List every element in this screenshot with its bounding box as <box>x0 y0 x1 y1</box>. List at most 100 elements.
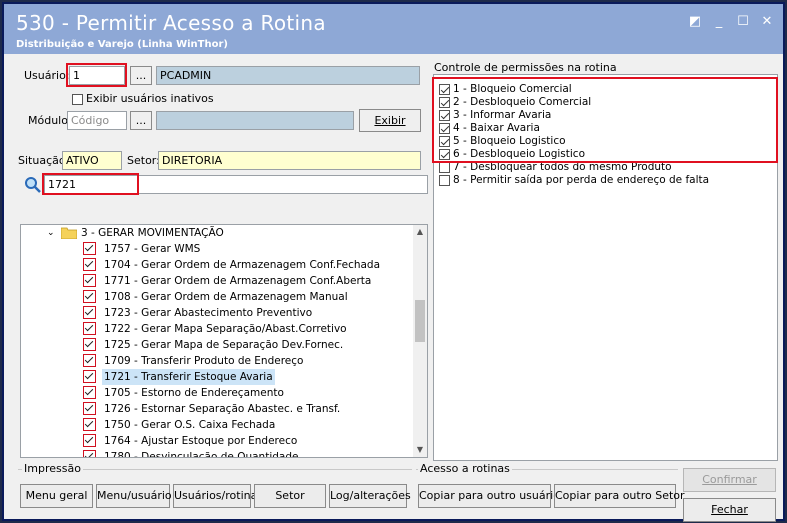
minimize-icon[interactable]: _ <box>711 14 727 30</box>
tree-item[interactable]: 1725 - Gerar Mapa de Separação Dev.Forne… <box>21 337 413 353</box>
tree-item-checkbox[interactable] <box>83 242 96 255</box>
tree-item[interactable]: 1780 - Desvinculação de Quantidade <box>21 449 413 458</box>
permission-checkbox[interactable] <box>439 83 450 95</box>
tree-item-checkbox[interactable] <box>83 370 96 383</box>
tree-item-checkbox[interactable] <box>83 258 96 271</box>
permission-item[interactable]: 4 - Baixar Avaria <box>439 122 540 135</box>
rotinas-tree[interactable]: ⌄ 3 - GERAR MOVIMENTAÇÃO 1757 - Gerar WM… <box>20 224 428 458</box>
permission-checkbox[interactable] <box>439 122 450 134</box>
permission-item[interactable]: 6 - Desbloqueio Logistico <box>439 148 585 161</box>
tree-item-label: 1726 - Estornar Separação Abastec. e Tra… <box>104 403 341 415</box>
tree-item[interactable]: 1709 - Transferir Produto de Endereço <box>21 353 413 369</box>
scroll-down-icon[interactable]: ▼ <box>413 443 427 457</box>
modulo-lookup-button[interactable]: ... <box>130 111 152 130</box>
scroll-thumb[interactable] <box>415 300 425 342</box>
permission-checkbox[interactable] <box>439 135 450 147</box>
usuario-lookup-button[interactable]: ... <box>130 66 152 85</box>
tree-item[interactable]: 1723 - Gerar Abastecimento Preventivo <box>21 305 413 321</box>
permissions-title: Controle de permissões na rotina <box>434 61 617 74</box>
main-window: 530 - Permitir Acesso a Rotina Distribui… <box>2 2 785 522</box>
permission-checkbox[interactable] <box>439 96 450 108</box>
confirmar-button[interactable]: Confirmar <box>683 468 776 492</box>
permission-label: 7 - Desbloquear todos do mesmo Produto <box>453 161 672 173</box>
tree-item-checkbox[interactable] <box>83 338 96 351</box>
tree-item[interactable]: 1771 - Gerar Ordem de Armazenagem Conf.A… <box>21 273 413 289</box>
setor-button[interactable]: Setor <box>254 484 326 508</box>
tree-item-label: 1704 - Gerar Ordem de Armazenagem Conf.F… <box>104 259 381 271</box>
modulo-code-input[interactable]: Código <box>67 111 127 130</box>
fechar-button[interactable]: Fechar <box>683 498 776 522</box>
copiar-setor-button[interactable]: Copiar para outro Setor <box>554 484 685 508</box>
close-icon[interactable]: ✕ <box>759 14 775 30</box>
exibir-button[interactable]: Exibir <box>359 109 421 132</box>
permission-label: 5 - Bloqueio Logistico <box>453 135 566 147</box>
tree-item[interactable]: 1704 - Gerar Ordem de Armazenagem Conf.F… <box>21 257 413 273</box>
tree-item-checkbox[interactable] <box>83 354 96 367</box>
setor-label: Setor: <box>127 154 160 167</box>
copiar-usuario-button[interactable]: Copiar para outro usuário <box>418 484 560 508</box>
permission-checkbox[interactable] <box>439 148 450 160</box>
modulo-label: Módulo: <box>28 114 72 127</box>
tree-item-checkbox[interactable] <box>83 434 96 447</box>
permission-item[interactable]: 5 - Bloqueio Logistico <box>439 135 566 148</box>
tree-item[interactable]: 1705 - Estorno de Endereçamento <box>21 385 413 401</box>
permission-label: 2 - Desbloqueio Comercial <box>453 96 592 108</box>
tree-item-label: 1780 - Desvinculação de Quantidade <box>104 451 299 458</box>
tree-item-label: 1750 - Gerar O.S. Caixa Fechada <box>104 419 276 431</box>
menu-geral-button[interactable]: Menu geral <box>20 484 93 508</box>
menu-usuario-button[interactable]: Menu/usuário <box>96 484 172 508</box>
tree-item-label: 1709 - Transferir Produto de Endereço <box>104 355 304 367</box>
tree-item[interactable]: 1757 - Gerar WMS <box>21 241 413 257</box>
permission-checkbox[interactable] <box>439 174 450 186</box>
tree-item[interactable]: 1726 - Estornar Separação Abastec. e Tra… <box>21 401 413 417</box>
tree-item[interactable]: 1721 - Transferir Estoque Avaria <box>21 369 413 385</box>
tree-item-label: 1721 - Transferir Estoque Avaria <box>102 369 275 385</box>
usuario-name-field: PCADMIN <box>156 66 420 85</box>
permission-item[interactable]: 1 - Bloqueio Comercial <box>439 83 572 96</box>
permission-checkbox[interactable] <box>439 161 450 173</box>
tree-item[interactable]: 1722 - Gerar Mapa Separação/Abast.Corret… <box>21 321 413 337</box>
tree-item-checkbox[interactable] <box>83 322 96 335</box>
tree-item-label: 1764 - Ajustar Estoque por Endereco <box>104 435 298 447</box>
permission-checkbox[interactable] <box>439 109 450 121</box>
tree-item-label: 1705 - Estorno de Endereçamento <box>104 387 284 399</box>
usuario-code-input[interactable]: 1 <box>69 66 125 85</box>
inativos-checkbox[interactable] <box>72 93 83 105</box>
tree-item-label: 1708 - Gerar Ordem de Armazenagem Manual <box>104 291 348 303</box>
log-alteracoes-button[interactable]: Log/alterações <box>329 484 411 508</box>
tree-item-checkbox[interactable] <box>83 274 96 287</box>
tree-item-checkbox[interactable] <box>83 290 96 303</box>
inativos-checkbox-row[interactable]: Exibir usuários inativos <box>72 92 214 105</box>
scroll-up-icon[interactable]: ▲ <box>413 225 427 239</box>
usuarios-rotina-button[interactable]: Usuários/rotina <box>173 484 257 508</box>
inativos-label: Exibir usuários inativos <box>86 92 214 105</box>
chevron-down-icon[interactable]: ⌄ <box>47 225 55 241</box>
permission-label: 4 - Baixar Avaria <box>453 122 540 134</box>
permission-item[interactable]: 2 - Desbloqueio Comercial <box>439 96 591 109</box>
tree-item-label: 1725 - Gerar Mapa de Separação Dev.Forne… <box>104 339 344 351</box>
window-subtitle: Distribuição e Varejo (Linha WinThor) <box>16 39 228 50</box>
permission-item[interactable]: 7 - Desbloquear todos do mesmo Produto <box>439 161 672 174</box>
tree-item[interactable]: 1708 - Gerar Ordem de Armazenagem Manual <box>21 289 413 305</box>
maximize-icon[interactable]: ☐ <box>735 14 751 30</box>
search-input[interactable]: 1721 <box>44 175 428 194</box>
tree-item-checkbox[interactable] <box>83 450 96 457</box>
permission-item[interactable]: 3 - Informar Avaria <box>439 109 551 122</box>
situacao-field: ATIVO <box>62 151 122 170</box>
tree-scrollbar[interactable]: ▲ ▼ <box>413 225 427 457</box>
restore-icon[interactable]: ◩ <box>687 14 703 30</box>
tree-item-checkbox[interactable] <box>83 418 96 431</box>
tree-folder-label: 3 - GERAR MOVIMENTAÇÃO <box>81 227 224 239</box>
tree-item-checkbox[interactable] <box>83 386 96 399</box>
search-icon[interactable] <box>24 176 42 194</box>
tree-item[interactable]: 1764 - Ajustar Estoque por Endereco <box>21 433 413 449</box>
impressao-title: Impressão <box>22 462 83 475</box>
permission-item[interactable]: 8 - Permitir saída por perda de endereço… <box>439 174 709 187</box>
setor-field: DIRETORIA <box>158 151 421 170</box>
tree-item-checkbox[interactable] <box>83 402 96 415</box>
tree-item-checkbox[interactable] <box>83 306 96 319</box>
window-title: 530 - Permitir Acesso a Rotina <box>16 11 326 35</box>
tree-item[interactable]: 1750 - Gerar O.S. Caixa Fechada <box>21 417 413 433</box>
title-bar[interactable]: 530 - Permitir Acesso a Rotina Distribui… <box>4 4 783 54</box>
modulo-name-field <box>156 111 354 130</box>
